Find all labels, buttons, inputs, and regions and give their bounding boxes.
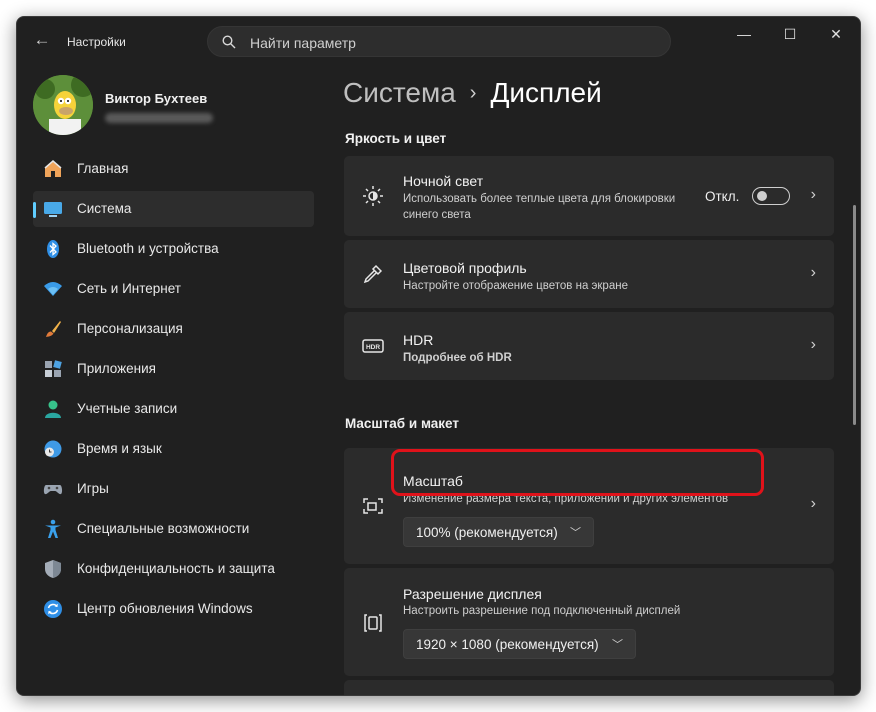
sidebar-item-home[interactable]: Главная	[33, 151, 314, 187]
breadcrumb-separator: ›	[469, 82, 477, 104]
user-email-blurred	[105, 113, 213, 123]
hdr-card[interactable]: HDR HDR Подробнее об HDR ›	[344, 312, 834, 380]
resolution-dropdown[interactable]: 1920 × 1080 (рекомендуется) ﹀	[403, 629, 636, 659]
sidebar-item-label: Учетные записи	[77, 401, 178, 416]
sidebar-item-time-language[interactable]: Время и язык	[33, 431, 314, 467]
eyedropper-icon	[363, 264, 383, 284]
chevron-right-icon: ›	[810, 495, 816, 512]
chevron-right-icon: ›	[810, 264, 816, 281]
app-title: Настройки	[67, 35, 126, 49]
sidebar-item-label: Система	[77, 201, 132, 216]
chevron-down-icon: ﹀	[612, 639, 623, 651]
night-light-title: Ночной свет	[403, 173, 484, 189]
close-button[interactable]: ✕	[813, 17, 859, 51]
system-display-icon	[44, 202, 62, 217]
sidebar-item-label: Персонализация	[77, 321, 183, 336]
sidebar-item-label: Bluetooth и устройства	[77, 241, 219, 256]
section-brightness-title: Яркость и цвет	[345, 131, 447, 146]
night-light-desc-1: Использовать более теплые цвета для блок…	[403, 193, 676, 205]
sidebar: Виктор Бухтеев Главная Система Bluetooth…	[17, 65, 327, 695]
avatar-image	[33, 75, 93, 135]
accounts-icon	[45, 400, 61, 418]
sidebar-item-label: Главная	[77, 161, 129, 176]
resolution-dropdown-value: 1920 × 1080 (рекомендуется)	[416, 637, 599, 652]
color-profile-desc: Настройте отображение цветов на экране	[403, 280, 628, 292]
search-input[interactable]	[248, 32, 652, 54]
sidebar-item-label: Игры	[77, 481, 109, 496]
color-profile-title: Цветовой профиль	[403, 260, 527, 276]
sidebar-item-bluetooth[interactable]: Bluetooth и устройства	[33, 231, 314, 267]
update-icon	[44, 600, 62, 618]
shield-icon	[45, 560, 61, 578]
resolution-desc: Настроить разрешение под подключенный ди…	[403, 605, 681, 617]
accessibility-icon	[45, 519, 61, 538]
night-light-card[interactable]: Ночной свет Использовать более теплые цв…	[344, 156, 834, 236]
chevron-down-icon: ﹀	[570, 527, 581, 539]
bluetooth-icon	[47, 240, 59, 258]
resolution-icon	[364, 614, 382, 632]
hdr-icon: HDR	[362, 339, 384, 353]
minimize-button[interactable]: —	[721, 17, 767, 51]
breadcrumb-parent[interactable]: Система	[343, 77, 456, 108]
time-language-icon	[44, 440, 62, 458]
sidebar-item-privacy[interactable]: Конфиденциальность и защита	[33, 551, 314, 587]
sidebar-item-windows-update[interactable]: Центр обновления Windows	[33, 591, 314, 627]
hdr-title: HDR	[403, 332, 434, 348]
brightness-icon	[363, 186, 383, 206]
night-light-state: Откл.	[705, 189, 740, 204]
avatar[interactable]	[33, 75, 93, 135]
orientation-card-partial[interactable]	[344, 680, 834, 695]
wifi-icon	[44, 282, 62, 296]
sidebar-item-label: Центр обновления Windows	[77, 601, 253, 616]
sidebar-item-apps[interactable]: Приложения	[33, 351, 314, 387]
sidebar-item-gaming[interactable]: Игры	[33, 471, 314, 507]
sidebar-item-network[interactable]: Сеть и Интернет	[33, 271, 314, 307]
resolution-card[interactable]: Разрешение дисплея Настроить разрешение …	[344, 568, 834, 676]
gamepad-icon	[43, 485, 63, 495]
scale-dropdown[interactable]: 100% (рекомендуется) ﹀	[403, 517, 594, 547]
page-title: Дисплей	[490, 77, 602, 108]
sidebar-item-label: Конфиденциальность и защита	[77, 561, 275, 576]
highlight-annotation	[391, 449, 764, 496]
night-light-desc-2: синего света	[403, 209, 471, 221]
svg-text:HDR: HDR	[366, 344, 380, 351]
search-icon	[222, 35, 236, 49]
toggle-knob	[757, 191, 767, 201]
settings-window: ← Настройки — ☐ ✕ Виктор	[16, 16, 861, 696]
sidebar-item-label: Сеть и Интернет	[77, 281, 181, 296]
night-light-toggle[interactable]	[752, 187, 790, 205]
scrollbar[interactable]	[853, 205, 856, 425]
search-box[interactable]	[207, 26, 671, 57]
apps-icon	[45, 360, 62, 377]
chevron-right-icon: ›	[810, 186, 816, 203]
sidebar-item-system[interactable]: Система	[33, 191, 314, 227]
scale-dropdown-value: 100% (рекомендуется)	[416, 525, 558, 540]
nav-list: Главная Система Bluetooth и устройства С…	[33, 151, 314, 631]
back-button[interactable]: ←	[29, 27, 55, 53]
sidebar-item-label: Время и язык	[77, 441, 162, 456]
scale-icon	[363, 498, 383, 514]
resolution-title: Разрешение дисплея	[403, 586, 542, 602]
user-name: Виктор Бухтеев	[105, 91, 208, 106]
title-bar: ← Настройки — ☐ ✕	[17, 17, 860, 65]
sidebar-item-personalization[interactable]: Персонализация	[33, 311, 314, 347]
sidebar-item-label: Приложения	[77, 361, 156, 376]
chevron-right-icon: ›	[810, 336, 816, 353]
section-scale-title: Масштаб и макет	[345, 416, 459, 431]
color-profile-card[interactable]: Цветовой профиль Настройте отображение ц…	[344, 240, 834, 308]
sidebar-item-label: Специальные возможности	[77, 521, 250, 536]
main-content: Система › Дисплей Яркость и цвет Ночной св…	[327, 65, 860, 695]
breadcrumb: Система › Дисплей	[343, 77, 602, 109]
hdr-learn-more-link[interactable]: Подробнее об HDR	[403, 350, 512, 366]
home-icon	[44, 160, 62, 177]
maximize-button[interactable]: ☐	[767, 17, 813, 51]
sidebar-item-accessibility[interactable]: Специальные возможности	[33, 511, 314, 547]
sidebar-item-accounts[interactable]: Учетные записи	[33, 391, 314, 427]
brush-icon	[46, 321, 61, 337]
